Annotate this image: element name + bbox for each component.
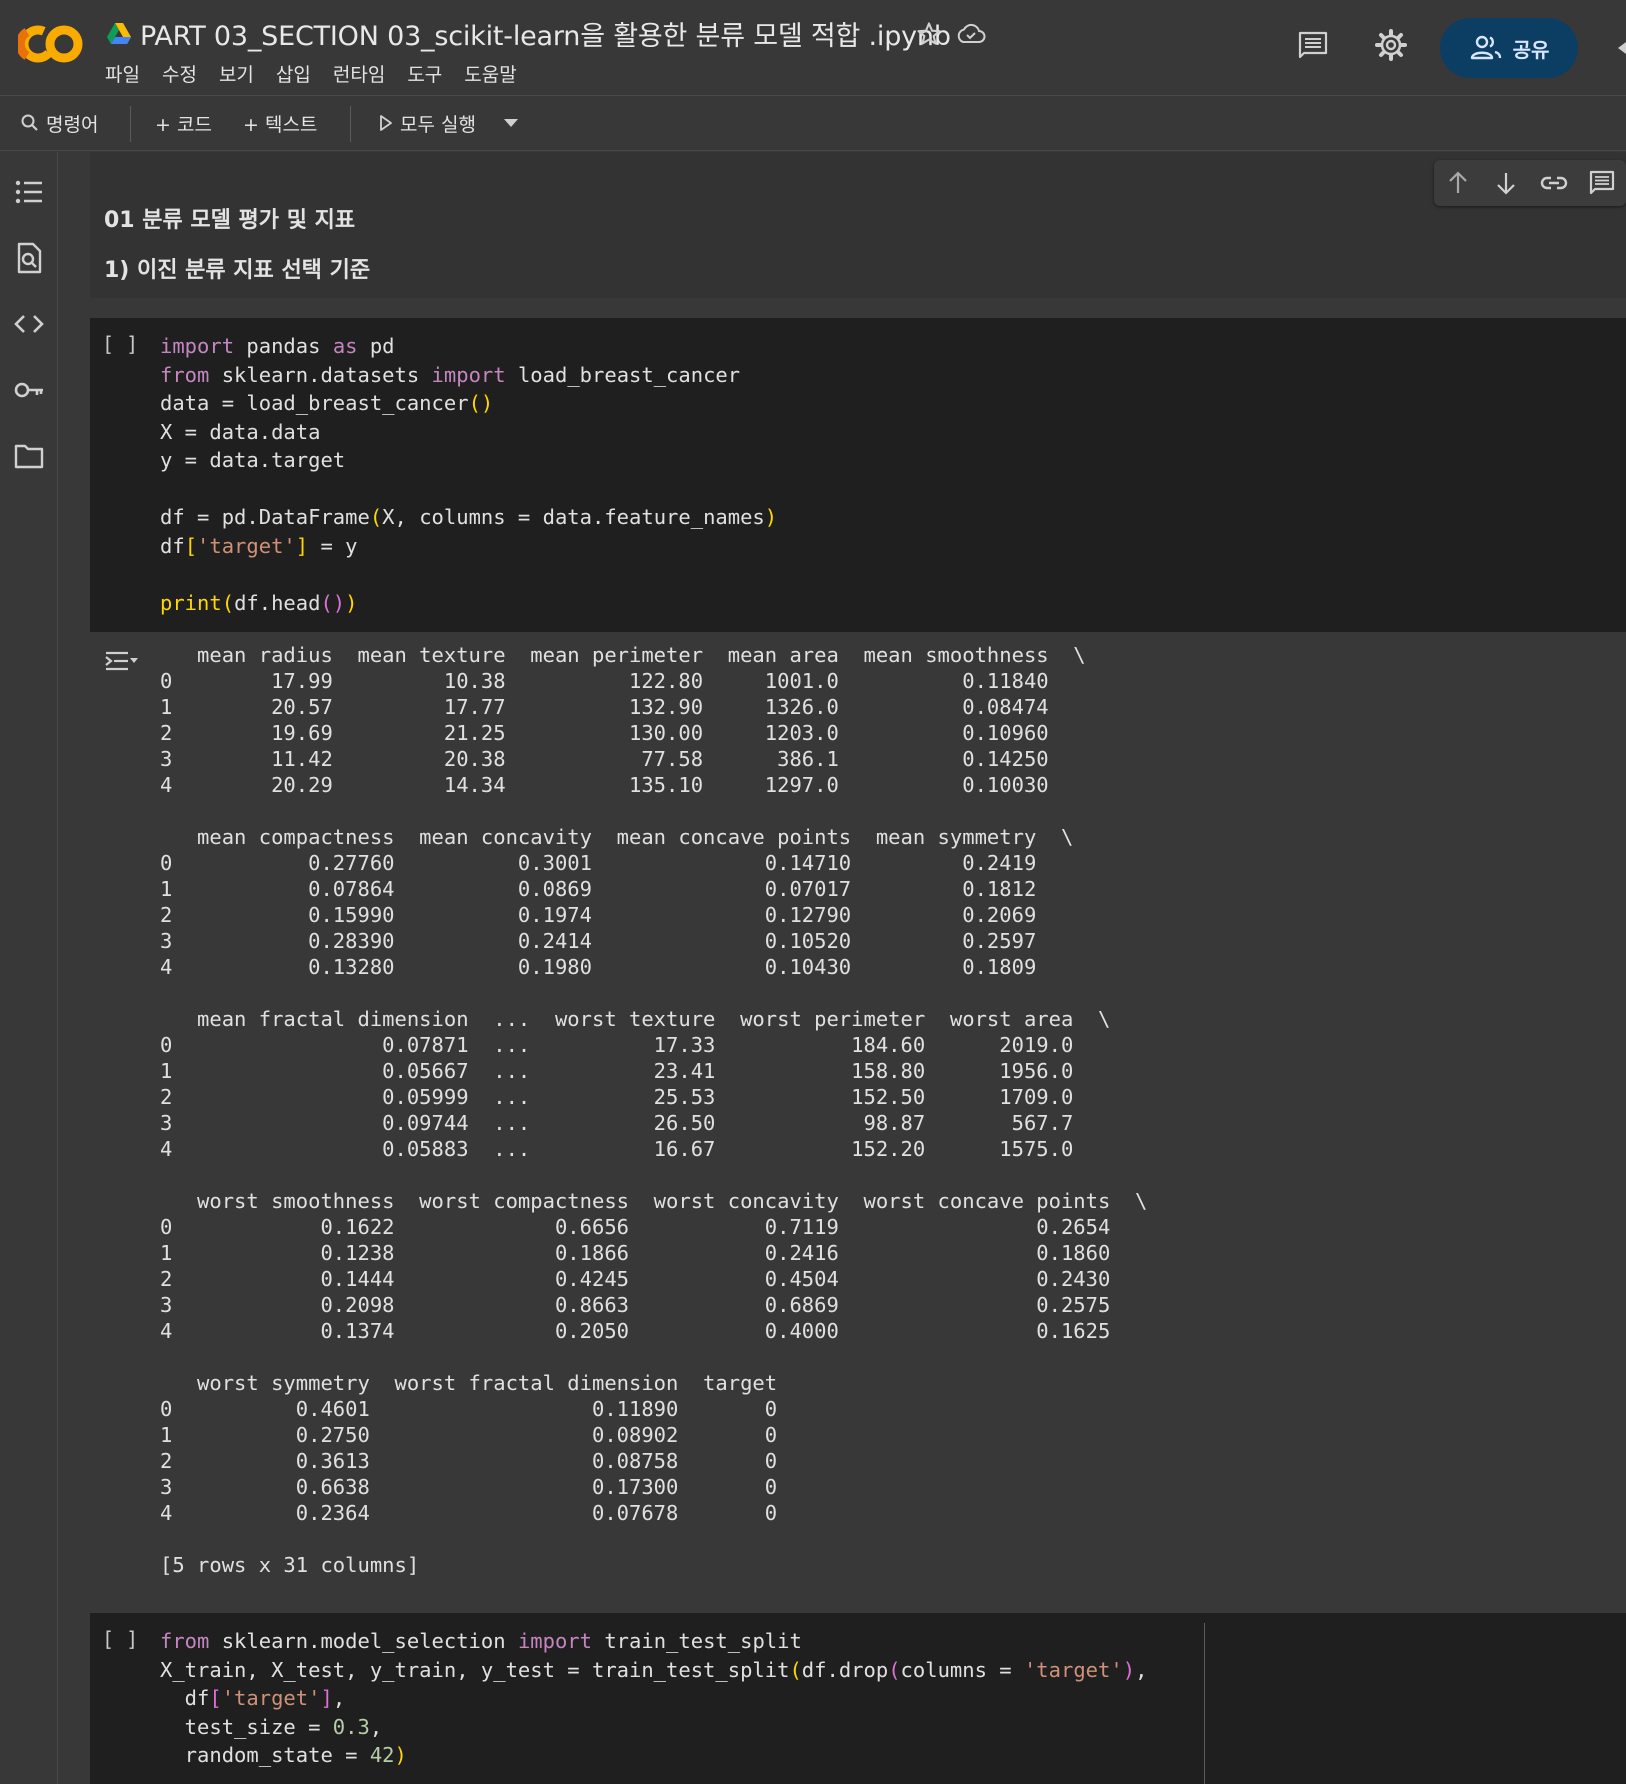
section-heading: 01 분류 모델 평가 및 지표: [104, 208, 356, 233]
code-cell[interactable]: [ ] from sklearn.model_selection import …: [90, 1613, 1626, 1784]
toolbar-divider: [350, 106, 351, 142]
code-cell[interactable]: [ ] import pandas as pd from sklearn.dat…: [90, 318, 1626, 632]
menu-edit[interactable]: 수정: [162, 60, 207, 87]
gear-icon[interactable]: [1374, 28, 1408, 62]
menu-file[interactable]: 파일: [105, 60, 150, 87]
secrets-key-icon[interactable]: [13, 374, 45, 406]
google-drive-icon[interactable]: [106, 22, 132, 46]
cell-output: mean radius mean texture mean perimeter …: [90, 632, 1626, 1613]
subsection-heading: 1) 이진 분류 지표 선택 기준: [104, 258, 371, 283]
toc-icon[interactable]: [13, 176, 45, 208]
menu-view[interactable]: 보기: [219, 60, 264, 87]
commands-label: 명령어: [46, 113, 99, 136]
colab-logo[interactable]: [18, 20, 84, 68]
find-icon[interactable]: [13, 242, 45, 274]
play-icon: [380, 115, 392, 131]
line-length-ruler: [1204, 1623, 1205, 1784]
add-text-button[interactable]: + 텍스트: [243, 107, 317, 139]
cell-toolbar: [1434, 160, 1626, 206]
arrow-down-icon[interactable]: [1492, 169, 1520, 197]
commands-button[interactable]: 명령어: [20, 107, 98, 139]
search-icon: [21, 114, 38, 131]
share-label: 공유: [1512, 37, 1550, 62]
comment-icon[interactable]: [1296, 30, 1330, 60]
app-header: PART 03_SECTION 03_scikit-learn을 활용한 분류 …: [0, 0, 1626, 96]
output-text: mean radius mean texture mean perimeter …: [160, 643, 1148, 1577]
notebook-title[interactable]: PART 03_SECTION 03_scikit-learn을 활용한 분류 …: [140, 14, 951, 53]
share-button[interactable]: 공유: [1440, 18, 1578, 78]
run-all-label: 모두 실행: [400, 113, 476, 136]
output-actions-icon[interactable]: [104, 648, 138, 678]
left-sidebar: [0, 152, 58, 1784]
menu-tools[interactable]: 도구: [407, 60, 452, 87]
people-icon: [1470, 35, 1501, 60]
chevron-down-icon[interactable]: [502, 116, 520, 130]
menu-insert[interactable]: 삽입: [276, 60, 321, 87]
code-editor[interactable]: import pandas as pd from sklearn.dataset…: [160, 332, 777, 617]
code-editor[interactable]: from sklearn.model_selection import trai…: [160, 1627, 1147, 1770]
star-icon[interactable]: [915, 20, 943, 48]
menu-help[interactable]: 도움말: [464, 60, 526, 87]
run-cell-button[interactable]: [ ]: [102, 332, 138, 356]
link-icon[interactable]: [1540, 169, 1568, 197]
toolbar-divider: [130, 106, 131, 142]
notebook-toolbar: 명령어 + 코드 + 텍스트 모두 실행: [0, 96, 1626, 151]
text-cell[interactable]: 01 분류 모델 평가 및 지표 1) 이진 분류 지표 선택 기준: [90, 152, 1626, 298]
arrow-up-icon[interactable]: [1444, 169, 1472, 197]
collapse-arrow-icon[interactable]: [1616, 42, 1626, 54]
run-all-button[interactable]: 모두 실행: [378, 107, 476, 139]
menu-bar: 파일 수정 보기 삽입 런타임 도구 도움말: [105, 60, 539, 87]
code-snippets-icon[interactable]: [13, 308, 45, 340]
menu-runtime[interactable]: 런타임: [333, 60, 395, 87]
notebook-area: 01 분류 모델 평가 및 지표 1) 이진 분류 지표 선택 기준 [ ] i…: [58, 152, 1626, 1784]
folder-icon[interactable]: [13, 440, 45, 472]
comment-icon[interactable]: [1588, 169, 1616, 197]
run-cell-button[interactable]: [ ]: [102, 1627, 138, 1651]
cloud-icon[interactable]: [955, 20, 987, 48]
add-code-button[interactable]: + 코드: [155, 107, 212, 139]
